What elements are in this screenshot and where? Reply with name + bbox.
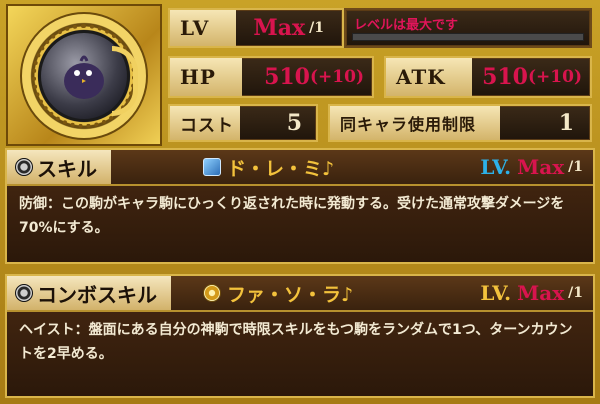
- lv-value: Max /1: [253, 10, 324, 46]
- lv-label: LV: [170, 10, 236, 46]
- combo-skill-lv-prefix: LV.: [480, 281, 512, 305]
- skill-title: スキル: [37, 156, 97, 181]
- combo-skill-title: コンボスキル: [37, 282, 157, 307]
- atk-bonus: (+10): [528, 67, 582, 87]
- character-detail-screen: LV Max /1 レベルは最大です HP 510 (+10) ATK 510 …: [0, 0, 600, 404]
- combo-skill-name: ファ・ソ・ラ♪: [227, 283, 354, 306]
- atk-label: ATK: [386, 58, 472, 96]
- lv-suffix: /1: [309, 20, 324, 36]
- limit-label: 同キャラ使用制限: [330, 106, 500, 140]
- skill-header: スキル ド・レ・ミ♪ LV. Max /1: [7, 150, 593, 186]
- combo-skill-title-tab: コンボスキル: [7, 276, 171, 310]
- lv-max: Max: [253, 15, 306, 41]
- swirl-icon: [203, 284, 221, 302]
- combo-skill-description: ヘイスト：盤面にある自分の神駒で時限スキルをもつ駒をランダムで1つ、ターンカウン…: [19, 322, 573, 362]
- combo-skill-lv-value: Max: [517, 281, 565, 305]
- skill-name-group: ド・レ・ミ♪: [203, 150, 334, 184]
- shield-icon: [203, 158, 221, 176]
- skill-lv-value: Max: [517, 155, 565, 179]
- hp-bonus: (+10): [310, 67, 364, 87]
- skill-name: ド・レ・ミ♪: [227, 157, 335, 180]
- combo-skill-icon: [15, 284, 33, 302]
- atk-value: 510: [482, 64, 528, 90]
- skill-title-tab: スキル: [7, 150, 111, 184]
- atk-value-group: 510 (+10): [482, 58, 582, 96]
- combo-skill-lv: LV. Max /1: [480, 276, 583, 310]
- skill-lv-suffix: /1: [568, 159, 583, 175]
- lv-progress-bar: [352, 33, 584, 41]
- lv-panel: LV Max /1: [168, 8, 344, 48]
- portrait-frame: [6, 4, 162, 146]
- combo-skill-panel: コンボスキル ファ・ソ・ラ♪ LV. Max /1 ヘイスト：盤面にある自分の神…: [5, 274, 595, 398]
- atk-panel: ATK 510 (+10): [384, 56, 592, 98]
- skill-lv-prefix: LV.: [480, 155, 512, 179]
- limit-value: 1: [558, 110, 574, 136]
- cost-value: 5: [286, 110, 302, 136]
- lv-message-panel: レベルは最大です: [344, 8, 592, 48]
- skill-lv: LV. Max /1: [480, 150, 583, 184]
- cost-label: コスト: [170, 106, 240, 140]
- combo-skill-name-group: ファ・ソ・ラ♪: [203, 276, 353, 310]
- combo-skill-header: コンボスキル ファ・ソ・ラ♪ LV. Max /1: [7, 276, 593, 312]
- skill-panel: スキル ド・レ・ミ♪ LV. Max /1 防御：この駒がキャラ駒にひっくり返さ…: [5, 148, 595, 264]
- skill-icon: [15, 158, 33, 176]
- combo-skill-lv-suffix: /1: [568, 285, 583, 301]
- cost-panel: コスト 5: [168, 104, 318, 142]
- hp-panel: HP 510 (+10): [168, 56, 374, 98]
- hp-value: 510: [264, 64, 310, 90]
- skill-description: 防御：この駒がキャラ駒にひっくり返された時に発動する。受けた通常攻撃ダメージを7…: [19, 196, 565, 236]
- lv-message: レベルは最大です: [354, 18, 459, 33]
- hp-label: HP: [170, 58, 242, 96]
- hp-value-group: 510 (+10): [264, 58, 364, 96]
- limit-panel: 同キャラ使用制限 1: [328, 104, 592, 142]
